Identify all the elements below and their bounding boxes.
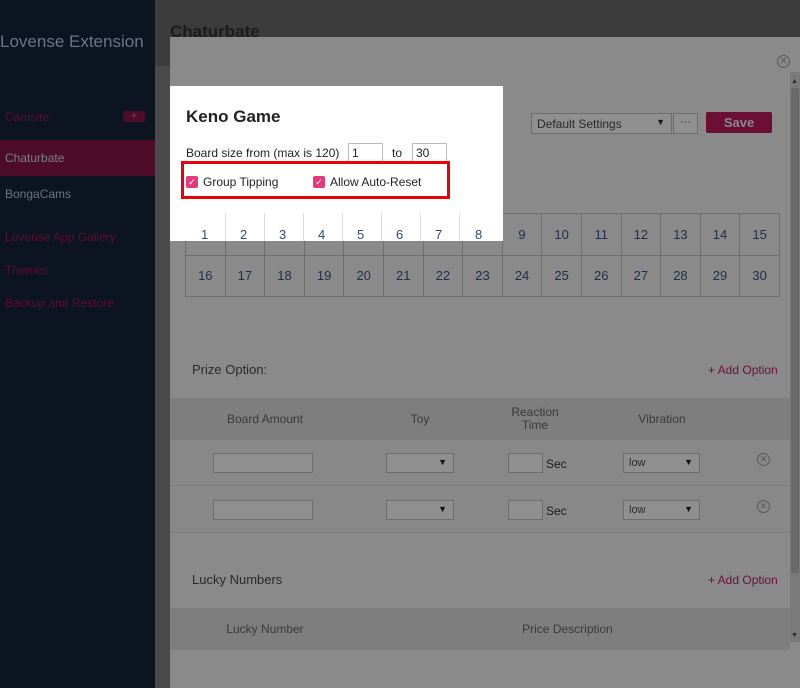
- grid-divider: [225, 213, 226, 241]
- grid-divider: [264, 213, 265, 241]
- grid-divider: [342, 213, 343, 241]
- remove-row-icon[interactable]: ✕: [757, 500, 770, 513]
- board-cell[interactable]: 22: [423, 255, 464, 297]
- col-board-amount: Board Amount: [226, 412, 304, 426]
- add-camsite-button[interactable]: +: [123, 111, 145, 122]
- reaction-time-input[interactable]: [508, 453, 543, 473]
- scrollbar-thumb[interactable]: [791, 88, 799, 573]
- vibration-value: low: [629, 504, 646, 516]
- col-price-description: Price Description: [522, 622, 613, 636]
- board-cell[interactable]: 5: [357, 227, 364, 242]
- caret-down-icon: ▼: [656, 117, 665, 127]
- prize-table-header: Board Amount Toy Reaction Time Vibration: [170, 398, 790, 440]
- col-vibration: Vibration: [638, 412, 686, 426]
- board-cell[interactable]: 27: [621, 255, 662, 297]
- board-amount-input[interactable]: [213, 453, 313, 473]
- col-lucky-number: Lucky Number: [226, 622, 304, 636]
- board-cell[interactable]: 7: [435, 227, 442, 242]
- board-cell[interactable]: 25: [542, 255, 582, 297]
- grid-divider: [420, 213, 421, 241]
- board-cell[interactable]: 17: [225, 255, 266, 297]
- remove-row-icon[interactable]: ✕: [757, 453, 770, 466]
- vibration-select[interactable]: low ▼: [623, 500, 700, 520]
- save-button[interactable]: Save: [706, 112, 772, 133]
- sec-label: Sec: [546, 504, 567, 518]
- board-cell[interactable]: 12: [621, 214, 662, 256]
- grid-divider: [459, 213, 460, 241]
- board-cell[interactable]: 23: [463, 255, 503, 297]
- board-cell[interactable]: 29: [700, 255, 741, 297]
- board-cell[interactable]: 16: [186, 255, 226, 297]
- sidebar: Lovense Extension Camsite + Chaturbate B…: [0, 0, 155, 688]
- vibration-value: low: [629, 457, 646, 469]
- app-title: Lovense Extension: [0, 32, 144, 51]
- toy-select[interactable]: ▼: [386, 500, 454, 520]
- board-cell[interactable]: 26: [581, 255, 622, 297]
- board-cell[interactable]: 11: [581, 214, 622, 256]
- board-size-label: Board size from (max is 120): [186, 146, 340, 160]
- board-cell[interactable]: 14: [700, 214, 741, 256]
- board-cell[interactable]: 21: [383, 255, 424, 297]
- board-cell[interactable]: 2: [240, 227, 247, 242]
- to-label: to: [392, 146, 403, 160]
- lucky-numbers-label: Lucky Numbers: [192, 572, 283, 587]
- board-cell[interactable]: 1: [201, 227, 208, 242]
- board-cell[interactable]: 8: [475, 227, 482, 242]
- board-cell[interactable]: 30: [740, 255, 780, 297]
- more-button[interactable]: ···: [673, 113, 698, 134]
- caret-down-icon: ▼: [684, 504, 693, 514]
- add-lucky-option-link[interactable]: + Add Option: [708, 573, 778, 587]
- prize-option-label: Prize Option:: [192, 362, 268, 377]
- add-prize-option-link[interactable]: + Add Option: [708, 363, 778, 377]
- caret-down-icon: ▼: [438, 504, 447, 514]
- board-amount-input[interactable]: [213, 500, 313, 520]
- sidebar-link-backup-restore[interactable]: Backup and Restore: [5, 296, 114, 310]
- camsite-label: Camsite: [5, 110, 50, 124]
- board-cell[interactable]: 15: [740, 214, 780, 256]
- grid-divider: [381, 213, 382, 241]
- board-cell[interactable]: 13: [661, 214, 701, 256]
- col-reaction-time: Reaction Time: [511, 405, 559, 432]
- caret-down-icon: ▼: [684, 457, 693, 467]
- board-cell[interactable]: 6: [396, 227, 403, 242]
- board-from-input[interactable]: 1: [348, 143, 383, 163]
- sidebar-link-app-gallery[interactable]: Lovense App Gallery: [5, 230, 116, 244]
- vibration-select[interactable]: low ▼: [623, 453, 700, 473]
- sec-label: Sec: [546, 457, 567, 471]
- scroll-up-icon[interactable]: ▲: [791, 78, 798, 85]
- board-cell[interactable]: 18: [265, 255, 305, 297]
- reaction-time-input[interactable]: [508, 500, 543, 520]
- settings-preset-value: Default Settings: [537, 117, 622, 131]
- highlight-box: [181, 161, 450, 199]
- board-cell[interactable]: 10: [542, 214, 582, 256]
- lucky-table-header: Lucky Number Price Description: [170, 608, 790, 650]
- board-to-input[interactable]: 30: [412, 143, 447, 163]
- board-cell[interactable]: 20: [344, 255, 384, 297]
- sidebar-item-bongacams[interactable]: BongaCams: [5, 187, 71, 201]
- board-cell[interactable]: 3: [279, 227, 286, 242]
- keno-title: Keno Game: [186, 107, 281, 126]
- grid-divider: [303, 213, 304, 241]
- board-cell[interactable]: 24: [502, 255, 543, 297]
- board-cell[interactable]: 4: [318, 227, 325, 242]
- close-icon[interactable]: ✕: [777, 55, 790, 68]
- caret-down-icon: ▼: [438, 457, 447, 467]
- settings-preset-select[interactable]: Default Settings ▼: [531, 113, 672, 134]
- board-cell[interactable]: 28: [661, 255, 701, 297]
- sidebar-item-chaturbate[interactable]: Chaturbate: [5, 151, 64, 165]
- board-cell[interactable]: 19: [304, 255, 345, 297]
- toy-select[interactable]: ▼: [386, 453, 454, 473]
- board-row-2: 16 17 18 19 20 21 22 23 24 25 26 27 28 2…: [185, 255, 780, 297]
- scroll-down-icon[interactable]: ▼: [791, 632, 798, 639]
- col-toy: Toy: [410, 412, 430, 426]
- sidebar-link-themes[interactable]: Themes: [5, 263, 48, 277]
- board-cell[interactable]: 9: [502, 214, 543, 256]
